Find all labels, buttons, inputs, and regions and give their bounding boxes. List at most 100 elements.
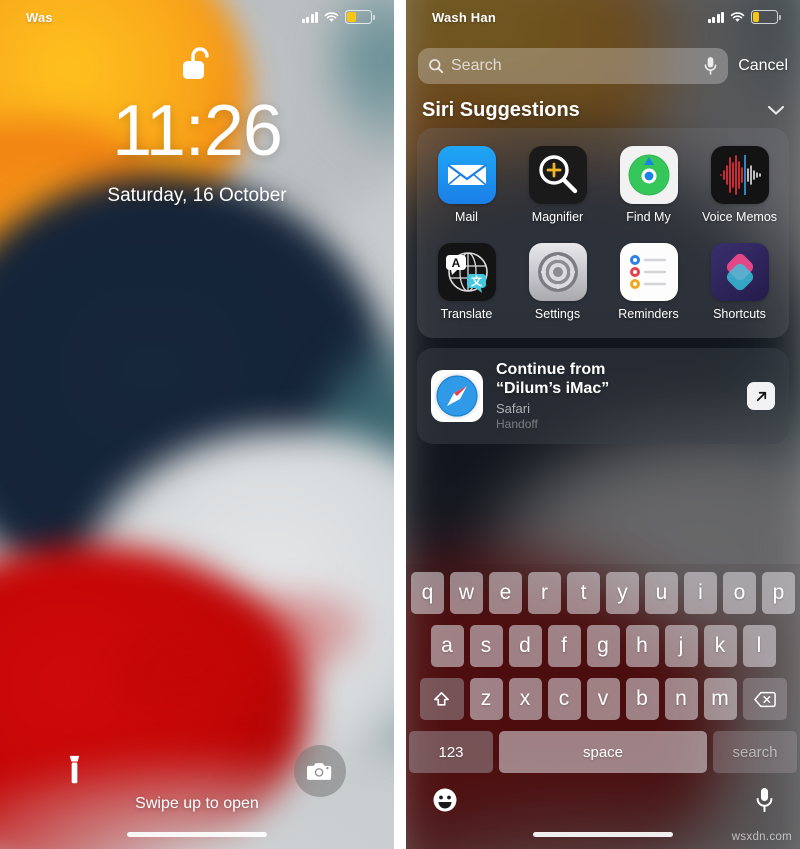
key-f[interactable]: f xyxy=(547,625,581,667)
translate-app-icon: A 文 xyxy=(437,242,496,301)
handoff-card[interactable]: Continue from “Dilum’s iMac” Safari Hand… xyxy=(417,348,789,444)
key-l[interactable]: l xyxy=(742,625,776,667)
right-phone-search-screen: Wash Han Search Cancel Siri Suggestions … xyxy=(406,0,800,849)
arrow-up-right-icon xyxy=(754,389,769,404)
battery-icon xyxy=(751,10,781,24)
key-n[interactable]: n xyxy=(664,678,698,720)
key-a[interactable]: a xyxy=(430,625,464,667)
voice-memos-app-icon xyxy=(710,145,769,204)
status-bar-indicators xyxy=(301,10,375,24)
left-phone-lock-screen: Was 11:26 Saturday, 16 October Swipe up … xyxy=(0,0,394,849)
home-indicator[interactable] xyxy=(127,832,267,837)
camera-button[interactable] xyxy=(294,745,346,797)
key-q[interactable]: q xyxy=(411,572,444,614)
app-tile-magnifier[interactable]: Magnifier xyxy=(512,136,603,233)
key-b[interactable]: b xyxy=(625,678,659,720)
app-label: Find My xyxy=(626,209,671,224)
app-tile-voice-memos[interactable]: Voice Memos xyxy=(694,136,785,233)
key-y[interactable]: y xyxy=(606,572,639,614)
key-c[interactable]: c xyxy=(547,678,581,720)
app-tile-find-my[interactable]: Find My xyxy=(603,136,694,233)
handoff-app-name: Safari xyxy=(496,401,530,417)
wifi-icon xyxy=(730,11,745,23)
app-tile-mail[interactable]: Mail xyxy=(421,136,512,233)
swipe-hint-label: Swipe up to open xyxy=(135,795,259,812)
settings-app-icon xyxy=(528,242,587,301)
key-w[interactable]: w xyxy=(450,572,483,614)
app-tile-settings[interactable]: Settings xyxy=(512,233,603,330)
microphone-icon[interactable] xyxy=(755,787,774,813)
status-bar-indicators xyxy=(707,10,781,24)
app-label: Reminders xyxy=(618,306,679,321)
key-d[interactable]: d xyxy=(508,625,542,667)
svg-text:文: 文 xyxy=(471,274,483,288)
key-z[interactable]: z xyxy=(469,678,503,720)
keyboard-row-2: a s d f g h j k l xyxy=(406,625,800,667)
key-t[interactable]: t xyxy=(567,572,600,614)
on-screen-keyboard: q w e r t y u i o p a s d f g h j k l z … xyxy=(406,564,800,849)
app-tile-translate[interactable]: A 文 Translate xyxy=(421,233,512,330)
key-u[interactable]: u xyxy=(645,572,678,614)
key-i[interactable]: i xyxy=(684,572,717,614)
watermark: wsxdn.com xyxy=(731,831,792,843)
key-h[interactable]: h xyxy=(625,625,659,667)
key-r[interactable]: r xyxy=(528,572,561,614)
key-k[interactable]: k xyxy=(703,625,737,667)
key-p[interactable]: p xyxy=(762,572,795,614)
handoff-title-line-1: Continue from xyxy=(496,360,606,378)
backspace-key[interactable] xyxy=(742,678,787,720)
flashlight-button[interactable] xyxy=(48,745,100,797)
cancel-button[interactable]: Cancel xyxy=(738,57,788,75)
key-o[interactable]: o xyxy=(723,572,756,614)
space-key[interactable]: space xyxy=(499,731,707,773)
camera-icon xyxy=(307,760,333,782)
panel-divider xyxy=(394,0,406,849)
key-x[interactable]: x xyxy=(508,678,542,720)
unlocked-padlock-icon xyxy=(180,44,214,86)
find-my-app-icon xyxy=(619,145,678,204)
emoji-smiley-icon[interactable] xyxy=(432,787,458,813)
cellular-bars-icon xyxy=(301,11,318,23)
svg-text:A: A xyxy=(451,256,460,270)
keyboard-row-3: z x c v b n m xyxy=(406,678,800,720)
siri-suggestions-title: Siri Suggestions xyxy=(422,99,580,121)
search-return-key[interactable]: search xyxy=(713,731,797,773)
shortcuts-app-icon xyxy=(710,242,769,301)
app-label: Magnifier xyxy=(531,209,584,224)
key-j[interactable]: j xyxy=(664,625,698,667)
shift-key[interactable] xyxy=(419,678,464,720)
keyboard-bottom-bar xyxy=(406,773,800,813)
key-g[interactable]: g xyxy=(586,625,620,667)
app-tile-reminders[interactable]: Reminders xyxy=(603,233,694,330)
screenshot-stage: Was 11:26 Saturday, 16 October Swipe up … xyxy=(0,0,800,849)
app-label: Translate xyxy=(440,306,493,321)
lock-screen-clock: 11:26 xyxy=(112,91,283,171)
microphone-icon[interactable] xyxy=(703,56,718,76)
mail-app-icon xyxy=(437,145,496,204)
app-tile-shortcuts[interactable]: Shortcuts xyxy=(694,233,785,330)
key-v[interactable]: v xyxy=(586,678,620,720)
shift-arrow-icon xyxy=(432,690,451,709)
safari-app-icon xyxy=(431,370,483,422)
status-bar: Was xyxy=(0,0,394,34)
reminders-app-icon xyxy=(619,242,678,301)
key-s[interactable]: s xyxy=(469,625,503,667)
chevron-down-icon[interactable] xyxy=(766,104,786,117)
siri-suggestions-card: Mail Magnifier Find My Voice Memos A 文 T… xyxy=(417,128,789,338)
search-input[interactable]: Search xyxy=(418,48,729,84)
home-indicator[interactable] xyxy=(533,832,673,837)
search-placeholder: Search xyxy=(451,57,502,74)
keyboard-row-4: 123 space search xyxy=(406,731,800,773)
app-label: Settings xyxy=(534,306,581,321)
handoff-open-button[interactable] xyxy=(747,382,775,410)
key-e[interactable]: e xyxy=(489,572,522,614)
search-row: Search Cancel xyxy=(418,48,788,84)
status-bar-label: Was xyxy=(26,9,53,25)
app-label: Mail xyxy=(455,209,478,224)
numbers-key[interactable]: 123 xyxy=(409,731,493,773)
wifi-icon xyxy=(324,11,339,23)
key-m[interactable]: m xyxy=(703,678,737,720)
cellular-bars-icon xyxy=(707,11,724,23)
magnifier-app-icon xyxy=(528,145,587,204)
search-icon xyxy=(428,58,444,74)
